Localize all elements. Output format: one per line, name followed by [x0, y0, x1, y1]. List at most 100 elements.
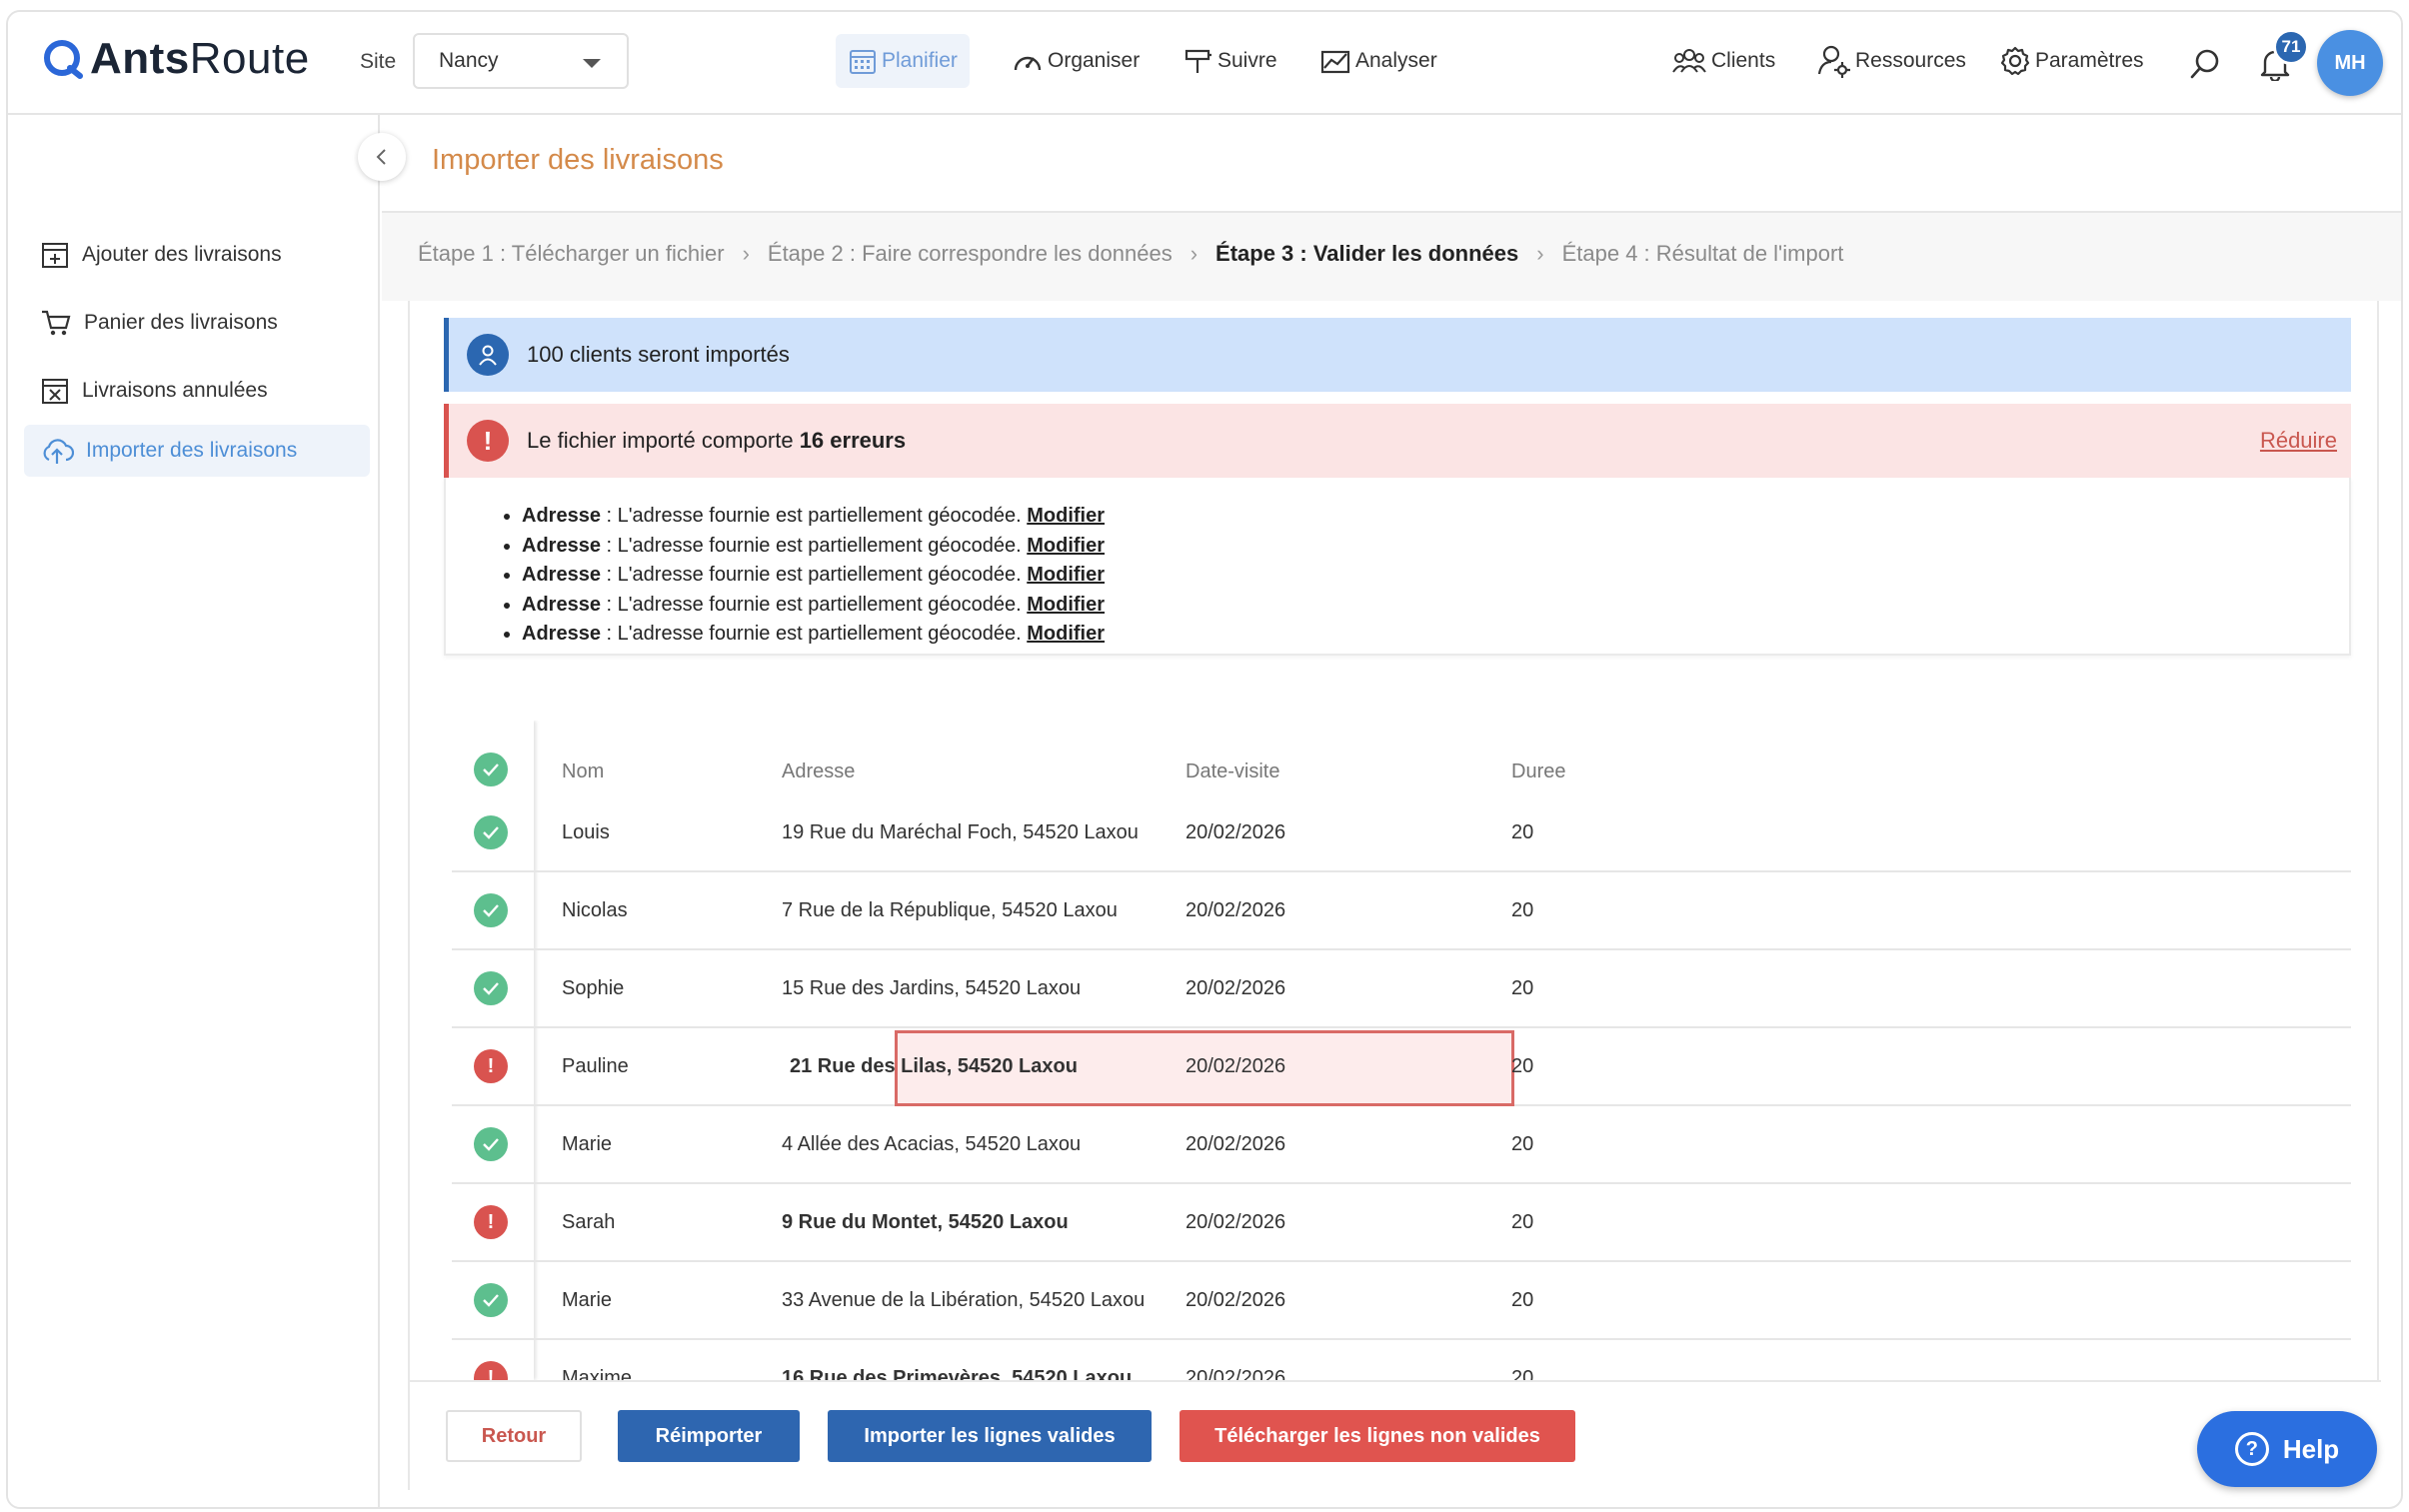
- nav-parametres[interactable]: Paramètres: [1987, 34, 2156, 88]
- step-3-current: Étape 3 : Valider les données: [1215, 241, 1519, 266]
- cell-duree: 20: [1511, 820, 1534, 843]
- modifier-link[interactable]: Modifier: [1027, 623, 1105, 645]
- cell-date: 20/02/2026: [1186, 820, 1286, 843]
- antsroute-logo-icon: [44, 40, 83, 79]
- error-list: Adresse : L'adresse fournie est partiell…: [444, 478, 2351, 656]
- table-row[interactable]: Marie 33 Avenue de la Libération, 54520 L…: [452, 1262, 2351, 1340]
- column-header-adresse[interactable]: Adresse: [782, 760, 855, 783]
- chevron-down-icon: [583, 59, 601, 68]
- nav-analyser[interactable]: Analyser: [1307, 34, 1449, 88]
- modifier-link[interactable]: Modifier: [1027, 535, 1105, 557]
- user-gear-icon: [1817, 45, 1850, 78]
- reduce-link[interactable]: Réduire: [2260, 428, 2337, 454]
- nav-organiser[interactable]: Organiser: [1000, 34, 1152, 88]
- cell-nom: Sarah: [562, 1210, 616, 1233]
- gauge-icon: [1014, 56, 1042, 71]
- cell-duree: 20: [1511, 1210, 1534, 1233]
- cell-date: 20/02/2026: [1186, 1288, 1286, 1311]
- nav-clients[interactable]: Clients: [1659, 34, 1787, 88]
- cell-date: 20/02/2026: [1186, 1132, 1286, 1155]
- cell-duree: 20: [1511, 1054, 1534, 1077]
- error-item: Adresse : L'adresse fournie est partiell…: [522, 591, 1105, 621]
- sidebar: Ajouter des livraisons Panier des livrai…: [8, 115, 380, 1507]
- antsroute-logo[interactable]: AntsRoute: [42, 34, 310, 84]
- sidebar-item-label: Importer des livraisons: [86, 439, 298, 462]
- page-title: Importer des livraisons: [432, 144, 724, 176]
- telecharger-non-valides-button[interactable]: Télécharger les lignes non valides: [1180, 1410, 1575, 1462]
- cell-duree: 20: [1511, 898, 1534, 921]
- cell-adresse[interactable]: 19 Rue du Maréchal Foch, 54520 Laxou: [782, 794, 1139, 870]
- search-button[interactable]: [2185, 44, 2225, 84]
- column-header-nom[interactable]: Nom: [562, 760, 604, 783]
- gear-icon: [2000, 46, 2030, 76]
- cell-adresse[interactable]: 16 Rue des Primevères, 54520 Laxou: [782, 1340, 1132, 1381]
- sidebar-item-ajouter[interactable]: Ajouter des livraisons: [24, 229, 370, 281]
- cell-nom: Louis: [562, 820, 610, 843]
- reimporter-button[interactable]: Réimporter: [618, 1410, 800, 1462]
- table-row[interactable]: ! Pauline 21 Rue des Lilas, 54520 Laxou 20/…: [452, 1028, 2351, 1106]
- column-header-duree[interactable]: Duree: [1511, 760, 1565, 783]
- calendar-plus-icon: [42, 243, 68, 268]
- cell-adresse[interactable]: 33 Avenue de la Libération, 54520 Laxou: [782, 1262, 1145, 1338]
- chevron-left-icon: [376, 149, 386, 165]
- nav-suivre[interactable]: Suivre: [1172, 34, 1289, 88]
- sidebar-item-importer[interactable]: Importer des livraisons: [24, 425, 370, 477]
- site-select[interactable]: Nancy: [413, 33, 629, 89]
- table-row[interactable]: ! Maxime 16 Rue des Primevères, 54520 Laxo…: [452, 1340, 2351, 1380]
- check-circle-icon: [474, 1283, 508, 1317]
- cell-date: 20/02/2026: [1186, 1054, 1286, 1077]
- chevron-right-icon: ›: [1536, 241, 1544, 266]
- error-item: Adresse : L'adresse fournie est partiell…: [522, 502, 1105, 532]
- check-circle-icon: [474, 815, 508, 849]
- notification-badge: 71: [2273, 29, 2309, 65]
- cell-adresse[interactable]: 21 Rue des Lilas, 54520 Laxou: [790, 1028, 1078, 1104]
- cell-adresse[interactable]: 15 Rue des Jardins, 54520 Laxou: [782, 950, 1081, 1026]
- modifier-link[interactable]: Modifier: [1027, 564, 1105, 586]
- cart-icon: [42, 310, 71, 336]
- error-circle-icon: !: [474, 1049, 508, 1083]
- chevron-right-icon: ›: [742, 241, 750, 266]
- error-circle-icon: !: [474, 1205, 508, 1239]
- nav-planifier-label: Planifier: [882, 49, 958, 72]
- user-avatar[interactable]: MH: [2317, 30, 2383, 96]
- cell-nom: Nicolas: [562, 898, 628, 921]
- nav-planifier[interactable]: Planifier: [836, 34, 970, 88]
- modifier-link[interactable]: Modifier: [1027, 594, 1105, 616]
- sidebar-item-label: Panier des livraisons: [84, 311, 278, 334]
- cell-nom: Pauline: [562, 1054, 629, 1077]
- cell-adresse[interactable]: 9 Rue du Montet, 54520 Laxou: [782, 1184, 1069, 1260]
- table-row[interactable]: Nicolas 7 Rue de la République, 54520 Lax…: [452, 872, 2351, 950]
- chevron-right-icon: ›: [1190, 241, 1199, 266]
- help-button[interactable]: ? Help: [2197, 1411, 2377, 1487]
- sidebar-item-panier[interactable]: Panier des livraisons: [24, 297, 370, 349]
- error-circle-icon: !: [474, 1361, 508, 1380]
- sidebar-item-annulees[interactable]: Livraisons annulées: [24, 365, 370, 417]
- table-row[interactable]: Louis 19 Rue du Maréchal Foch, 54520 Laxo…: [452, 794, 2351, 872]
- steps-breadcrumb: Étape 1 : Télécharger un fichier › Étape…: [382, 213, 2401, 301]
- sidebar-item-label: Livraisons annulées: [82, 379, 268, 402]
- sidebar-collapse-button[interactable]: [358, 133, 406, 181]
- table-row[interactable]: Sophie 15 Rue des Jardins, 54520 Laxou 20/…: [452, 950, 2351, 1028]
- nav-clients-label: Clients: [1711, 49, 1776, 72]
- footer-actions: Retour Réimporter Importer les lignes va…: [410, 1380, 2381, 1490]
- app-window: AntsRoute Site Nancy Planifier Organiser…: [6, 10, 2403, 1509]
- cell-duree: 20: [1511, 1288, 1534, 1311]
- cell-adresse[interactable]: 4 Allée des Acacias, 54520 Laxou: [782, 1106, 1081, 1182]
- cell-adresse[interactable]: 7 Rue de la République, 54520 Laxou: [782, 872, 1118, 948]
- table-row[interactable]: ! Sarah 9 Rue du Montet, 54520 Laxou 20/02/…: [452, 1184, 2351, 1262]
- column-header-date[interactable]: Date-visite: [1186, 760, 1279, 783]
- error-item: Adresse : L'adresse fournie est partiell…: [522, 532, 1105, 562]
- retour-button[interactable]: Retour: [446, 1410, 582, 1462]
- table-row[interactable]: Marie 4 Allée des Acacias, 54520 Laxou 20/…: [452, 1106, 2351, 1184]
- cell-date: 20/02/2026: [1186, 1366, 1286, 1381]
- nav-ressources[interactable]: Ressources: [1805, 34, 1978, 88]
- importer-valides-button[interactable]: Importer les lignes valides: [828, 1410, 1152, 1462]
- site-label: Site: [360, 50, 397, 73]
- modifier-link[interactable]: Modifier: [1027, 505, 1105, 527]
- cell-date: 20/02/2026: [1186, 1210, 1286, 1233]
- nav-suivre-label: Suivre: [1217, 49, 1277, 72]
- info-banner-text: 100 clients seront importés: [527, 342, 790, 367]
- calendar-icon: [850, 50, 876, 74]
- chart-line-icon: [1320, 50, 1350, 74]
- cell-duree: 20: [1511, 1366, 1534, 1381]
